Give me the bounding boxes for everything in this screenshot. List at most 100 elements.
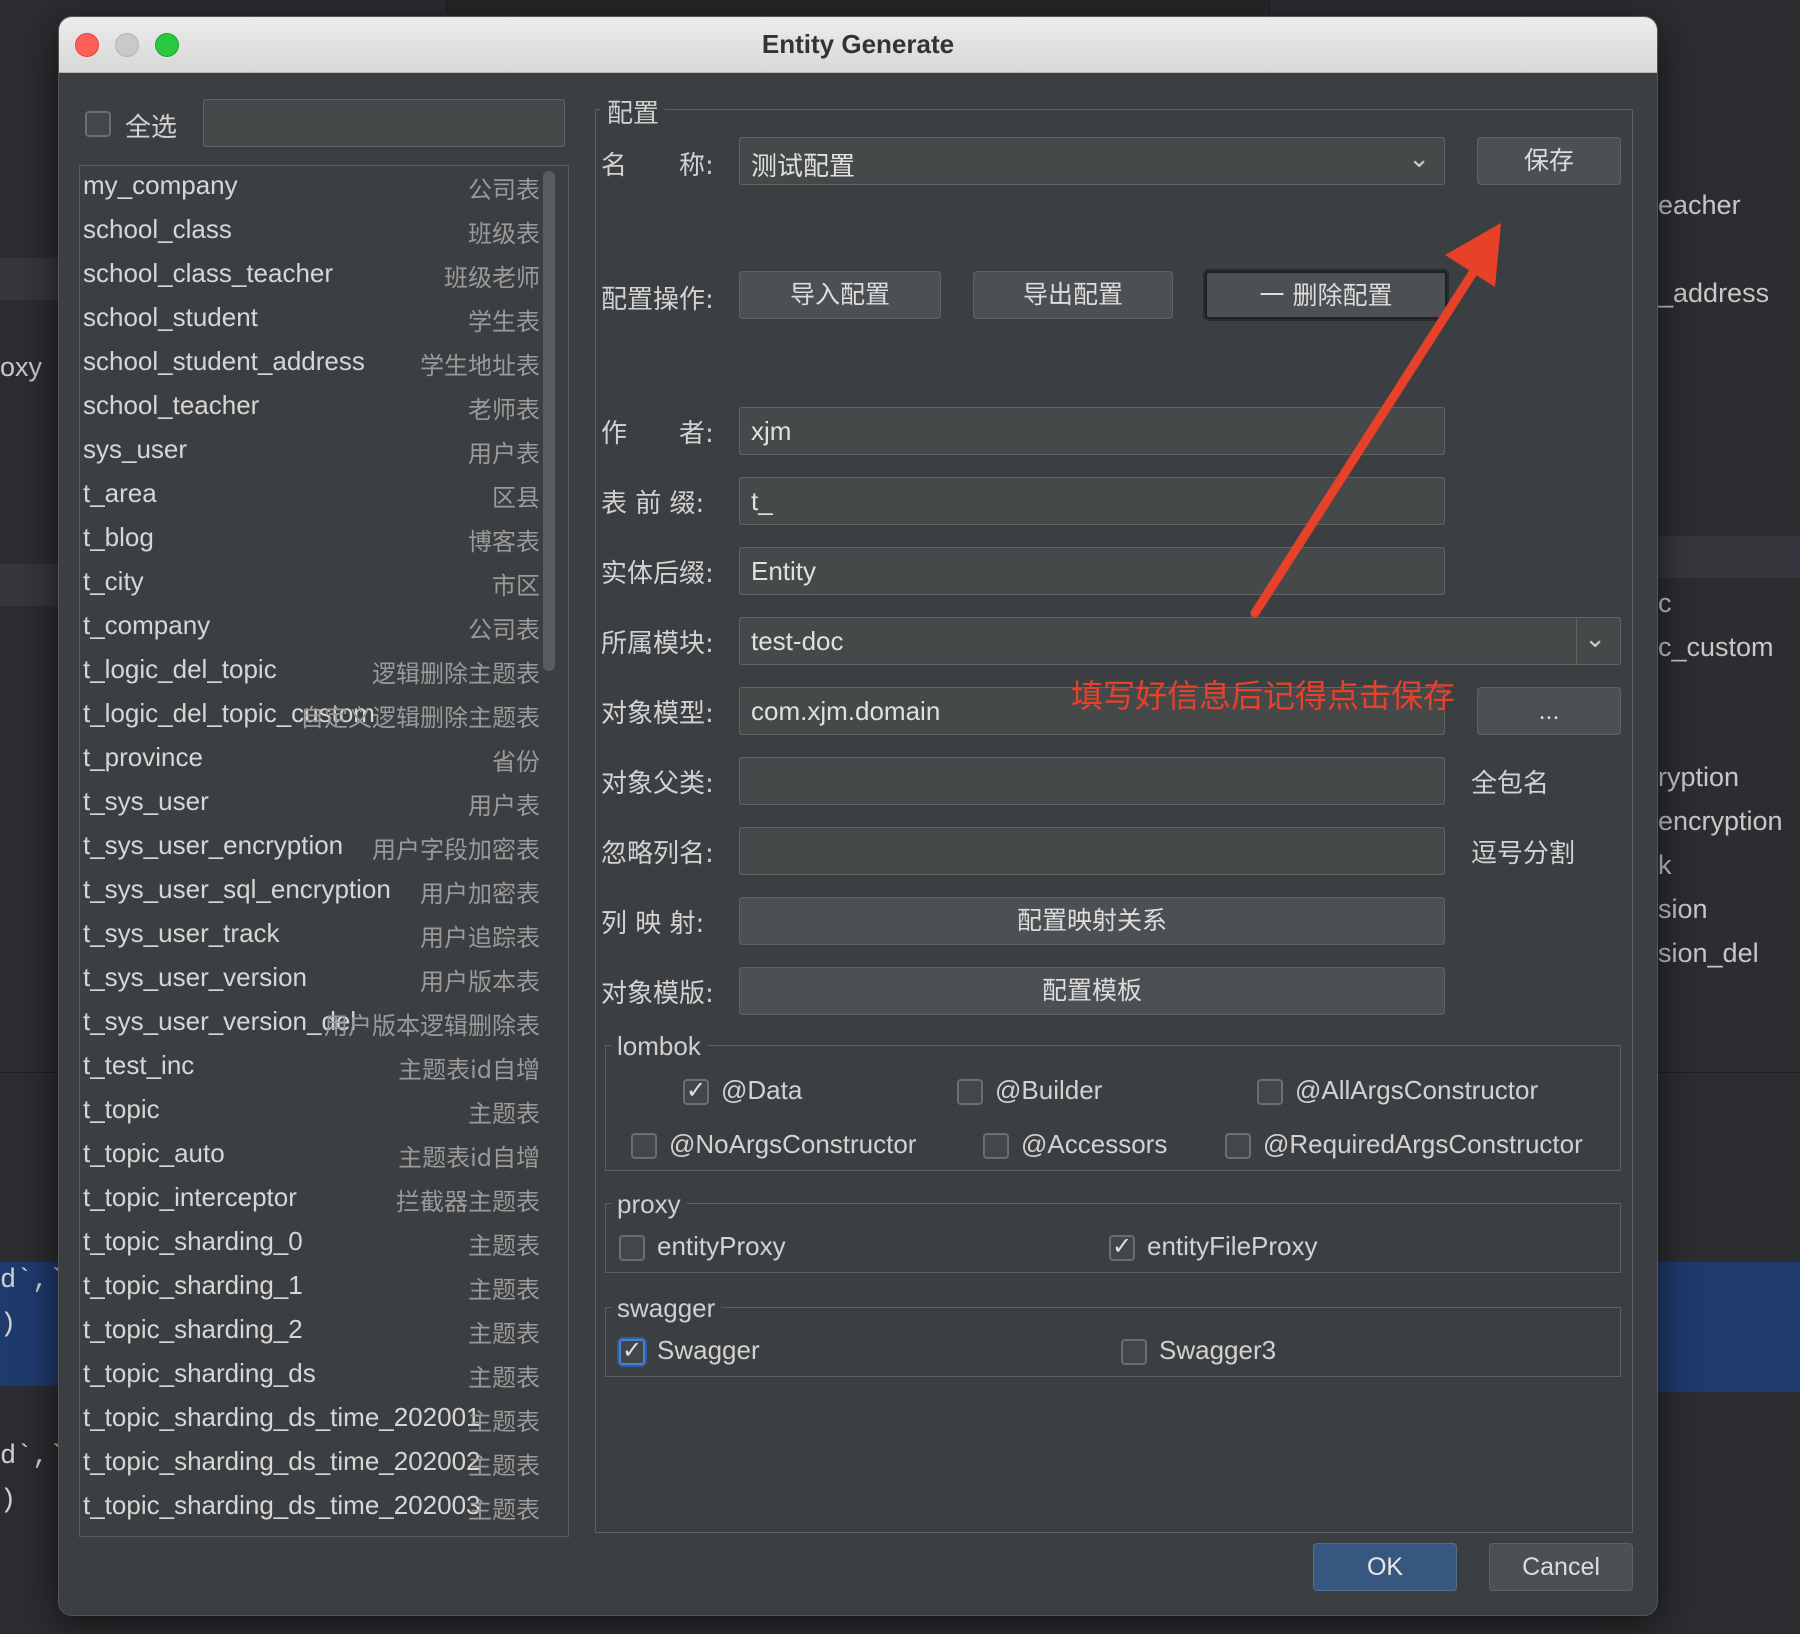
table-row[interactable]: t_sys_user_track 用户追踪表 xyxy=(80,914,540,958)
table-name: t_province xyxy=(83,742,203,772)
table-row[interactable]: t_province 省份 xyxy=(80,738,540,782)
bg-right-item: _address xyxy=(1658,278,1770,308)
table-comment: 主题表 xyxy=(468,1320,540,1348)
ok-button[interactable]: OK xyxy=(1313,1543,1457,1591)
table-comment: 用户追踪表 xyxy=(420,924,540,952)
table-name: t_sys_user_version xyxy=(83,962,307,992)
table-row[interactable]: t_topic_sharding_ds_time_202002 主题表 xyxy=(80,1442,540,1486)
entity-file-proxy-checkbox[interactable] xyxy=(1109,1232,1135,1261)
parent-class-input[interactable] xyxy=(739,757,1445,805)
table-prefix-input[interactable]: t_ xyxy=(739,477,1445,525)
delete-config-button[interactable]: 一 删除配置 xyxy=(1205,271,1447,319)
table-comment: 用户表 xyxy=(468,440,540,468)
table-list-scrollbar[interactable] xyxy=(543,171,555,671)
export-config-button[interactable]: 导出配置 xyxy=(973,271,1173,319)
table-row[interactable]: my_company 公司表 xyxy=(80,166,540,210)
bg-code-line: d`,` xyxy=(0,1442,65,1472)
author-input[interactable]: xjm xyxy=(739,407,1445,455)
module-select[interactable]: test-doc ⌄ xyxy=(739,617,1621,665)
config-group-title: 配置 xyxy=(601,93,666,130)
lombok-required-args-checkbox[interactable] xyxy=(1225,1133,1251,1159)
lombok-all-args-checkbox[interactable] xyxy=(1257,1079,1283,1105)
lombok-no-args-label: @NoArgsConstructor xyxy=(669,1129,917,1159)
table-comment: 逻辑删除主题表 xyxy=(372,660,540,688)
bg-highlight-right xyxy=(1658,536,1800,578)
table-row[interactable]: school_class 班级表 xyxy=(80,210,540,254)
table-comment: 班级表 xyxy=(468,220,540,248)
table-row[interactable]: t_topic_sharding_2 主题表 xyxy=(80,1310,540,1354)
bg-right-item: encryption xyxy=(1658,806,1783,836)
select-all-checkbox[interactable] xyxy=(85,111,111,137)
bg-code-line: ) xyxy=(0,1486,17,1516)
entity-suffix-input[interactable]: Entity xyxy=(739,547,1445,595)
table-name: t_sys_user_version_del xyxy=(83,1006,357,1036)
table-row[interactable]: school_teacher 老师表 xyxy=(80,386,540,430)
column-mapping-button[interactable]: 配置映射关系 xyxy=(739,897,1445,945)
table-name: t_sys_user_sql_encryption xyxy=(83,874,391,904)
lombok-data-checkbox[interactable] xyxy=(683,1076,709,1105)
table-row[interactable]: t_area 区县 xyxy=(80,474,540,518)
table-row[interactable]: t_test_inc 主题表id自增 xyxy=(80,1046,540,1090)
table-name: t_topic_sharding_ds_time_202002 xyxy=(83,1446,481,1476)
table-row[interactable]: school_class_teacher 班级老师 xyxy=(80,254,540,298)
bg-right-item: eacher xyxy=(1658,190,1741,220)
ignore-columns-input[interactable] xyxy=(739,827,1445,875)
table-name: school_teacher xyxy=(83,390,260,420)
lombok-accessors-checkbox[interactable] xyxy=(983,1133,1009,1159)
table-comment: 主题表id自增 xyxy=(398,1144,540,1172)
table-name: my_company xyxy=(83,170,238,200)
table-name: t_topic_sharding_ds_time_202003 xyxy=(83,1490,481,1520)
table-row[interactable]: t_company 公司表 xyxy=(80,606,540,650)
table-row[interactable]: t_topic_sharding_ds_time_202001 主题表 xyxy=(80,1398,540,1442)
table-row[interactable]: t_logic_del_topic_custom 自定义逻辑删除主题表 xyxy=(80,694,540,738)
table-list[interactable]: my_company 公司表 school_class 班级表 school_class… xyxy=(79,165,569,1537)
import-config-button[interactable]: 导入配置 xyxy=(739,271,941,319)
table-row[interactable]: school_student_address 学生地址表 xyxy=(80,342,540,386)
chevron-down-icon: ⌄ xyxy=(1584,624,1606,654)
table-row[interactable]: t_topic_sharding_1 主题表 xyxy=(80,1266,540,1310)
table-row[interactable]: t_blog 博客表 xyxy=(80,518,540,562)
swagger-checkbox[interactable] xyxy=(619,1336,645,1365)
config-name-select[interactable]: 测试配置 ⌄ xyxy=(739,137,1445,185)
table-comment: 主题表 xyxy=(468,1276,540,1304)
lombok-required-args-label: @RequiredArgsConstructor xyxy=(1263,1129,1583,1159)
table-row[interactable]: t_topic_sharding_ds 主题表 xyxy=(80,1354,540,1398)
bg-right-item: sion xyxy=(1658,894,1708,924)
table-name: t_topic_interceptor xyxy=(83,1182,297,1212)
table-name: t_topic_auto xyxy=(83,1138,225,1168)
table-row[interactable]: t_logic_del_topic 逻辑删除主题表 xyxy=(80,650,540,694)
table-row[interactable]: t_topic 主题表 xyxy=(80,1090,540,1134)
table-row[interactable]: t_topic_auto 主题表id自增 xyxy=(80,1134,540,1178)
entity-proxy-checkbox[interactable] xyxy=(619,1235,645,1261)
table-row[interactable]: t_city 市区 xyxy=(80,562,540,606)
table-search-input[interactable] xyxy=(203,99,565,147)
lombok-builder-checkbox[interactable] xyxy=(957,1079,983,1105)
table-name: t_blog xyxy=(83,522,154,552)
table-row[interactable]: t_sys_user_version 用户版本表 xyxy=(80,958,540,1002)
object-model-label: 对象模型: xyxy=(601,699,714,729)
table-row[interactable]: t_topic_interceptor 拦截器主题表 xyxy=(80,1178,540,1222)
table-comment: 用户表 xyxy=(468,792,540,820)
table-row[interactable]: sys_user 用户表 xyxy=(80,430,540,474)
lombok-group-title: lombok xyxy=(611,1031,707,1062)
table-row[interactable]: t_sys_user_version_del 用户版本逻辑删除表 xyxy=(80,1002,540,1046)
title-bar[interactable]: Entity Generate xyxy=(59,17,1657,73)
table-comment: 用户加密表 xyxy=(420,880,540,908)
table-row[interactable]: t_topic_sharding_0 主题表 xyxy=(80,1222,540,1266)
table-comment: 公司表 xyxy=(468,176,540,204)
swagger3-checkbox[interactable] xyxy=(1121,1339,1147,1365)
save-button[interactable]: 保存 xyxy=(1477,137,1621,185)
bg-right-item: k xyxy=(1658,850,1672,880)
table-row[interactable]: school_student 学生表 xyxy=(80,298,540,342)
lombok-no-args-checkbox[interactable] xyxy=(631,1133,657,1159)
object-template-button[interactable]: 配置模板 xyxy=(739,967,1445,1015)
swagger-group-title: swagger xyxy=(611,1293,722,1324)
table-row[interactable]: t_sys_user_encryption 用户字段加密表 xyxy=(80,826,540,870)
cancel-button[interactable]: Cancel xyxy=(1489,1543,1633,1591)
table-row[interactable]: t_sys_user_sql_encryption 用户加密表 xyxy=(80,870,540,914)
table-row[interactable]: t_topic_sharding_ds_time_202003 主题表 xyxy=(80,1486,540,1530)
browse-package-button[interactable]: ... xyxy=(1477,687,1621,735)
proxy-group-title: proxy xyxy=(611,1189,687,1220)
object-template-label: 对象模版: xyxy=(601,979,714,1009)
table-row[interactable]: t_sys_user 用户表 xyxy=(80,782,540,826)
